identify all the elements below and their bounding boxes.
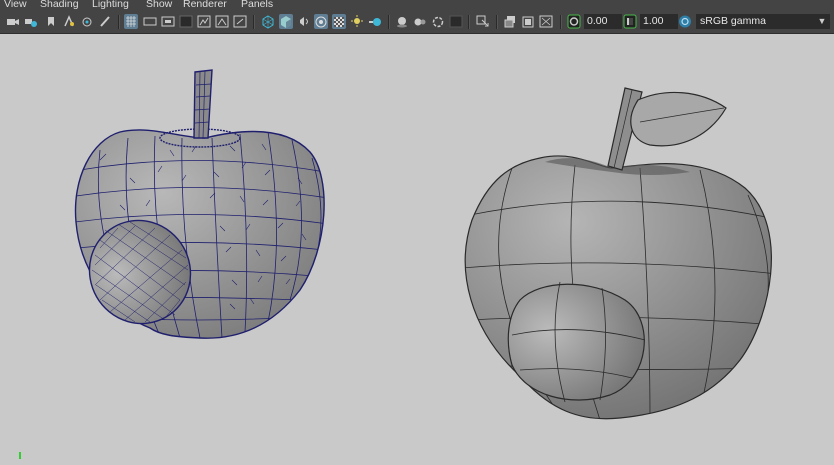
xray-component-icon[interactable] [521, 14, 535, 29]
stem-wireframe [193, 69, 213, 139]
grid-icon[interactable] [233, 14, 247, 29]
wireframe-icon[interactable] [261, 14, 275, 29]
menu-show[interactable]: Show [146, 0, 172, 10]
smooth-shade-icon[interactable] [279, 14, 293, 29]
bite-cavity-shaded [507, 281, 646, 403]
panel-menu-bar: View Shading Lighting Show Renderer Pane… [0, 0, 834, 11]
gamma-icon[interactable] [623, 14, 637, 29]
safe-title-icon[interactable] [197, 14, 211, 29]
chevron-down-icon[interactable]: ▼ [814, 14, 830, 29]
image-plane-icon[interactable] [80, 14, 94, 29]
depth-of-field-icon[interactable] [431, 14, 445, 29]
xray-joints-icon[interactable] [503, 14, 517, 29]
lights-icon[interactable] [332, 14, 346, 29]
motion-blur-icon[interactable] [395, 14, 409, 29]
shadows-icon[interactable] [350, 14, 364, 29]
color-management-icon[interactable] [539, 14, 553, 29]
apple-wireframe-model[interactable] [71, 69, 328, 342]
film-gate-icon[interactable] [98, 14, 112, 29]
color-space-dropdown[interactable]: sRGB gamma [696, 14, 818, 29]
ambient-occlusion-icon[interactable] [368, 14, 382, 29]
camera-attributes-icon[interactable] [62, 14, 76, 29]
exposure-field[interactable]: 0.00 [584, 14, 622, 29]
isolate-select-icon[interactable] [449, 14, 463, 29]
camera-icon[interactable] [6, 14, 20, 29]
menu-renderer[interactable]: Renderer [183, 0, 227, 10]
field-chart-icon[interactable] [161, 14, 175, 29]
menu-view[interactable]: View [4, 0, 27, 10]
menu-panels[interactable]: Panels [241, 0, 273, 10]
resolution-gate-icon[interactable] [124, 14, 138, 29]
gate-mask-icon[interactable] [143, 14, 157, 29]
bookmark-icon[interactable] [44, 14, 58, 29]
view-transform-icon[interactable] [678, 14, 692, 29]
gamma-field[interactable]: 1.00 [640, 14, 678, 29]
default-lighting-icon[interactable] [297, 14, 311, 29]
menu-lighting[interactable]: Lighting [92, 0, 129, 10]
image-plane-toggle-icon[interactable] [215, 14, 229, 29]
xray-icon[interactable] [476, 14, 490, 29]
anti-aliasing-icon[interactable] [413, 14, 427, 29]
textured-icon[interactable] [314, 14, 328, 29]
3d-viewport[interactable] [0, 34, 834, 460]
select-camera-icon[interactable] [24, 14, 38, 29]
safe-action-icon[interactable] [179, 14, 193, 29]
apple-shaded-model[interactable] [462, 87, 785, 420]
menu-shading[interactable]: Shading [40, 0, 79, 10]
leaf-shaded [630, 91, 727, 147]
panel-toolbar: 0.00 1.00 sRGB gamma ▼ [0, 11, 834, 34]
exposure-icon[interactable] [567, 14, 581, 29]
